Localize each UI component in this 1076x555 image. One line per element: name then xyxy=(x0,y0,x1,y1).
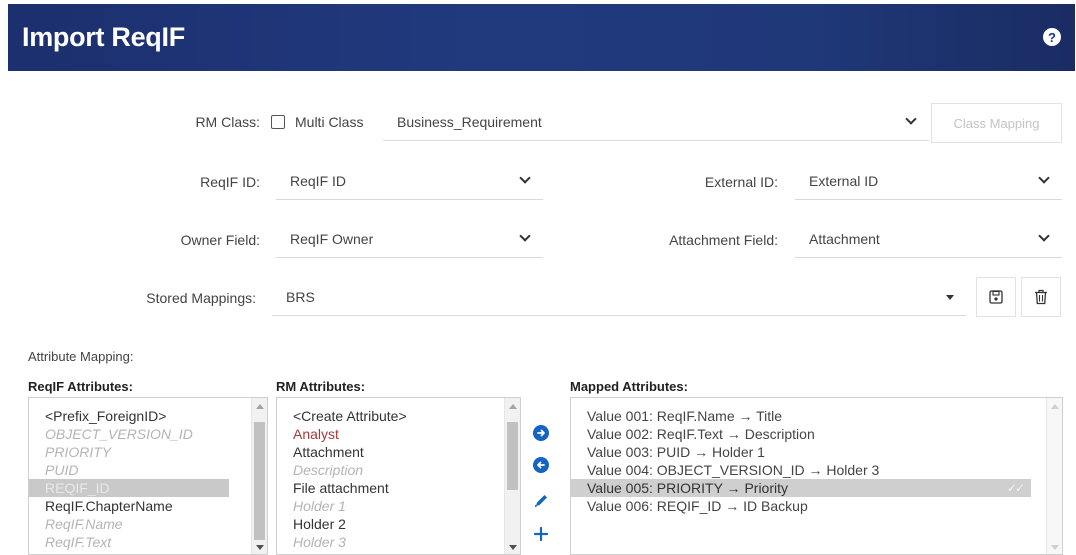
list-item[interactable]: Holder 2 xyxy=(277,515,520,533)
caret-down-icon xyxy=(946,295,954,300)
rm-class-value: Business_Requirement xyxy=(397,113,542,130)
mapped-attribute-row[interactable]: Value 003: PUID → Holder 1 xyxy=(571,443,1031,461)
external-id-value: External ID xyxy=(809,172,879,189)
list-item[interactable]: PUID xyxy=(29,461,229,479)
stored-mappings-value: BRS xyxy=(286,288,315,305)
chevron-down-icon xyxy=(1038,172,1050,184)
multi-class-label: Multi Class xyxy=(295,114,364,130)
chevron-down-icon xyxy=(1038,230,1050,242)
reqif-attributes-header: ReqIF Attributes: xyxy=(28,379,133,394)
list-item[interactable]: Attachment xyxy=(277,443,520,461)
list-item[interactable]: ReqIF.Name xyxy=(29,515,229,533)
mapped-attribute-text: Value 002: ReqIF.Text → Description xyxy=(587,426,815,442)
mapped-attribute-row[interactable]: Value 004: OBJECT_VERSION_ID → Holder 3 xyxy=(571,461,1031,479)
edit-mapping-button[interactable] xyxy=(531,491,551,511)
mapped-attribute-row[interactable]: Value 001: ReqIF.Name → Title xyxy=(571,407,1031,425)
reqif-id-label: ReqIF ID: xyxy=(200,174,260,190)
mapped-attribute-text: Value 004: OBJECT_VERSION_ID → Holder 3 xyxy=(587,462,880,478)
chevron-down-icon xyxy=(905,113,917,125)
scrollbar[interactable] xyxy=(504,398,520,554)
scroll-thumb[interactable] xyxy=(507,422,518,490)
owner-field-select[interactable]: ReqIF Owner xyxy=(276,220,543,258)
dialog-header: Import ReqIF ? xyxy=(8,4,1075,71)
scroll-up-icon[interactable] xyxy=(509,404,517,409)
list-item[interactable]: <Create Attribute> xyxy=(277,407,520,425)
scrollbar[interactable] xyxy=(251,398,267,554)
external-id-label: External ID: xyxy=(704,174,778,190)
rm-attributes-list[interactable]: <Create Attribute> Analyst Attachment Descr… xyxy=(276,397,521,555)
attachment-field-select[interactable]: Attachment xyxy=(795,220,1062,258)
stored-mappings-label: Stored Mappings: xyxy=(146,290,256,306)
list-item[interactable]: Description xyxy=(277,461,520,479)
list-item[interactable]: File attachment xyxy=(277,479,520,497)
dialog-title: Import ReqIF xyxy=(22,22,185,52)
reqif-id-value: ReqIF ID xyxy=(290,172,347,189)
mapped-attribute-row[interactable]: Value 005: PRIORITY → Priority ✓✓ xyxy=(571,479,1031,497)
scroll-down-icon[interactable] xyxy=(256,545,264,550)
list-item[interactable]: Holder 1 xyxy=(277,497,520,515)
scroll-thumb[interactable] xyxy=(254,422,265,540)
mapped-attribute-text: Value 003: PUID → Holder 1 xyxy=(587,444,765,460)
list-item[interactable]: ReqIF.Text xyxy=(29,533,229,551)
scrollbar[interactable] xyxy=(1046,398,1062,554)
reqif-attributes-list[interactable]: <Prefix_ForeignID> OBJECT_VERSION_ID PRIOR… xyxy=(28,397,268,555)
mapped-attribute-text: Value 005: PRIORITY → Priority xyxy=(587,480,788,496)
pencil-icon xyxy=(534,495,547,508)
chevron-down-icon xyxy=(519,172,531,184)
multi-class-checkbox[interactable] xyxy=(271,115,285,129)
class-mapping-button[interactable]: Class Mapping xyxy=(931,103,1062,143)
rm-class-label: RM Class: xyxy=(195,114,260,130)
stored-mappings-select[interactable]: BRS xyxy=(272,278,966,316)
list-item[interactable]: PRIORITY xyxy=(29,443,229,461)
mapped-attributes-list[interactable]: Value 001: ReqIF.Name → Title Value 002: … xyxy=(570,397,1063,555)
list-item[interactable]: REQIF_ID xyxy=(29,479,229,497)
rm-attributes-header: RM Attributes: xyxy=(276,379,366,394)
mapped-attribute-text: Value 001: ReqIF.Name → Title xyxy=(587,408,783,424)
list-item[interactable]: <Prefix_ForeignID> xyxy=(29,407,229,425)
scroll-up-icon[interactable] xyxy=(1051,404,1059,409)
double-check-icon: ✓✓ xyxy=(1006,481,1025,495)
owner-field-label: Owner Field: xyxy=(180,232,260,248)
rm-class-select[interactable]: Business_Requirement xyxy=(383,103,929,141)
scroll-down-icon[interactable] xyxy=(1051,545,1059,550)
scroll-down-icon[interactable] xyxy=(509,545,517,550)
mapped-attribute-text: Value 006: REQIF_ID → ID Backup xyxy=(587,498,808,514)
save-icon xyxy=(989,290,1003,304)
mapped-attribute-row[interactable]: Value 006: REQIF_ID → ID Backup xyxy=(571,497,1031,515)
delete-mapping-button[interactable] xyxy=(1021,277,1061,317)
help-icon[interactable]: ? xyxy=(1043,28,1061,46)
plus-icon xyxy=(533,526,549,542)
attachment-field-value: Attachment xyxy=(809,230,880,247)
list-item[interactable]: ReqIF.ChapterName xyxy=(29,497,229,515)
list-item[interactable]: Holder 3 xyxy=(277,533,520,551)
add-mapping-button[interactable] xyxy=(531,423,551,443)
save-mapping-button[interactable] xyxy=(976,277,1016,317)
chevron-down-icon xyxy=(519,230,531,242)
create-mapping-button[interactable] xyxy=(531,524,551,544)
mapped-attributes-header: Mapped Attributes: xyxy=(570,379,688,394)
trash-icon xyxy=(1035,289,1047,305)
owner-field-value: ReqIF Owner xyxy=(290,230,374,247)
external-id-select[interactable]: External ID xyxy=(795,162,1062,200)
list-item[interactable]: OBJECT_VERSION_ID xyxy=(29,425,229,443)
attribute-mapping-label: Attribute Mapping: xyxy=(28,349,134,364)
arrow-right-icon xyxy=(533,425,549,441)
scroll-up-icon[interactable] xyxy=(256,404,264,409)
list-item[interactable]: Analyst xyxy=(277,425,520,443)
attachment-field-label: Attachment Field: xyxy=(669,232,778,248)
reqif-id-select[interactable]: ReqIF ID xyxy=(276,162,543,200)
remove-mapping-button[interactable] xyxy=(531,455,551,475)
mapped-attribute-row[interactable]: Value 002: ReqIF.Text → Description xyxy=(571,425,1031,443)
arrow-left-icon xyxy=(533,457,549,473)
